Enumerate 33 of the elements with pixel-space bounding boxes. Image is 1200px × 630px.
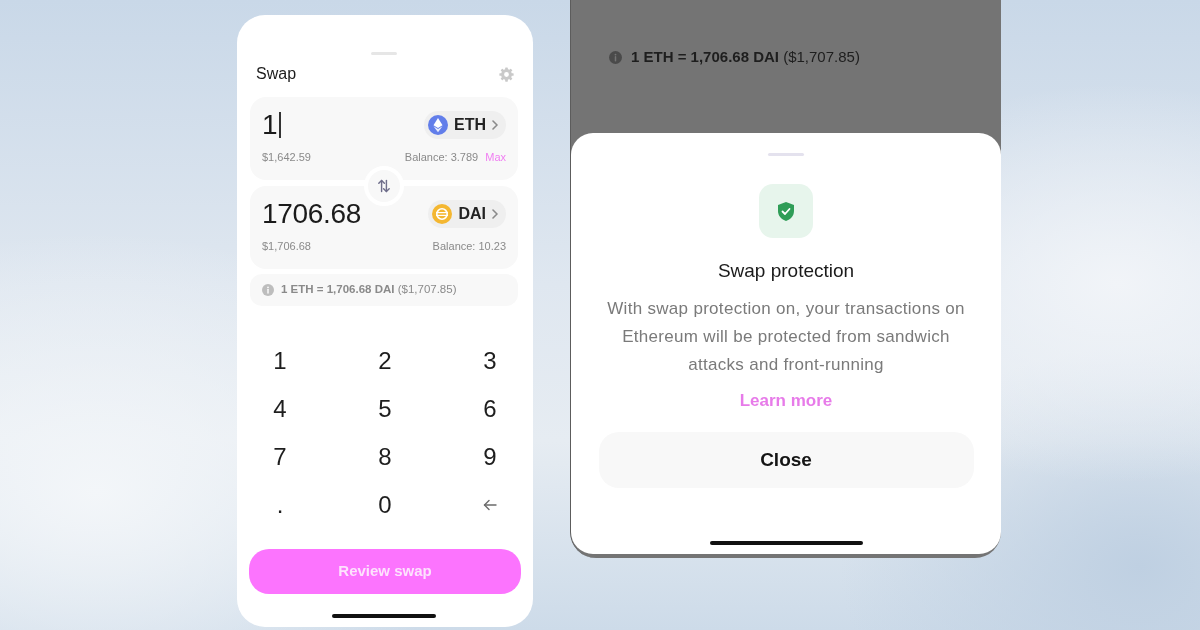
token-selector-button[interactable]: ETH <box>424 111 506 139</box>
fiat-value: $1,642.59 <box>262 151 311 163</box>
sheet-description: With swap protection on, your transactions on Ethereum will be protected from sandwich attacks and front-running <box>606 298 966 376</box>
keypad-key[interactable]: . <box>245 481 315 529</box>
keypad-key[interactable]: 9 <box>455 433 525 481</box>
keypad-key[interactable]: 7 <box>245 433 315 481</box>
keypad-key[interactable]: 4 <box>245 385 315 433</box>
screen-title: Swap <box>256 64 297 84</box>
chevron-right-icon <box>492 120 498 130</box>
shield-check-icon <box>759 184 813 238</box>
info-icon <box>609 50 622 64</box>
token-selector-button[interactable]: DAI <box>428 200 506 228</box>
info-icon <box>262 284 274 296</box>
left-arrow-icon <box>483 499 497 511</box>
settings-icon[interactable] <box>499 66 514 82</box>
amount-field[interactable]: 1706.68 <box>262 200 362 228</box>
close-button[interactable]: Close <box>598 432 974 488</box>
keypad-key[interactable]: 8 <box>350 433 420 481</box>
amount-field[interactable]: 1 <box>262 111 281 139</box>
keypad-key[interactable]: 3 <box>455 337 525 385</box>
balance-text: Balance: 10.23 <box>432 240 506 252</box>
keypad-key[interactable]: 6 <box>455 385 525 433</box>
sheet-title: Swap protection <box>717 259 855 283</box>
up-down-arrows-icon <box>376 178 392 194</box>
keypad-key[interactable]: 0 <box>350 481 420 529</box>
keypad-key[interactable]: 2 <box>350 337 420 385</box>
exchange-rate-text: 1 ETH = 1,706.68 DAI ($1,707.85) <box>281 282 457 298</box>
fiat-value: $1,706.68 <box>262 240 311 252</box>
keypad-key[interactable]: 5 <box>350 385 420 433</box>
keypad-key[interactable]: 1 <box>245 337 315 385</box>
balance-text: Balance: 3.789 <box>404 151 479 163</box>
chevron-right-icon <box>492 209 498 219</box>
exchange-rate-text: 1 ETH = 1,706.68 DAI ($1,707.85) <box>631 46 860 67</box>
